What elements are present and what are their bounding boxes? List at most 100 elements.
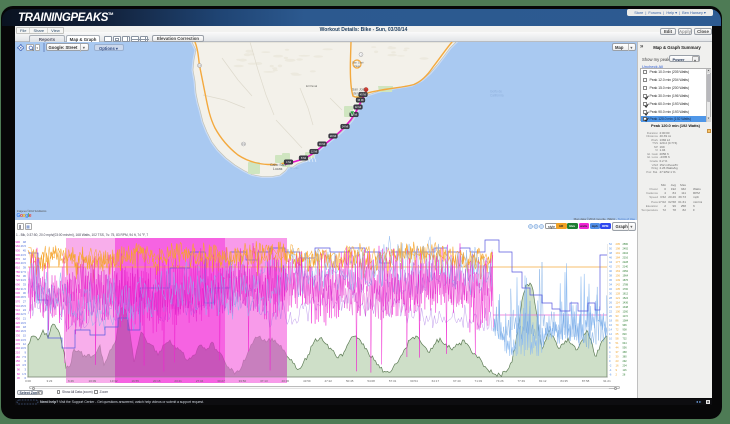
svg-text:67:40: 67:40 <box>453 379 461 383</box>
svg-text:170: 170 <box>616 265 621 269</box>
svg-text:10:09: 10:09 <box>89 379 97 383</box>
svg-text:2: 2 <box>616 373 618 377</box>
svg-text:135: 135 <box>616 287 621 291</box>
svg-text:0: 0 <box>609 359 611 363</box>
svg-text:1876: 1876 <box>623 279 629 282</box>
svg-text:91:21: 91:21 <box>603 379 611 383</box>
svg-text:71:03: 71:03 <box>475 379 483 383</box>
svg-text:27:04: 27:04 <box>196 379 204 383</box>
svg-text:1348: 1348 <box>623 306 629 309</box>
svg-text:820: 820 <box>623 333 628 336</box>
svg-text:37: 37 <box>616 350 619 354</box>
svg-text:38: 38 <box>609 274 612 278</box>
svg-text:Lucas: Lucas <box>273 167 283 171</box>
svg-text:36: 36 <box>609 278 612 282</box>
svg-text:10: 10 <box>609 337 612 341</box>
svg-text:28: 28 <box>609 296 612 300</box>
svg-text:468: 468 <box>623 351 628 354</box>
svg-text:California: California <box>490 94 504 98</box>
svg-text:204: 204 <box>623 365 628 368</box>
svg-text:23: 23 <box>616 359 619 363</box>
svg-text:-4: -4 <box>609 368 612 372</box>
svg-text:996: 996 <box>623 324 628 327</box>
svg-text:114: 114 <box>616 301 621 305</box>
svg-text:57:31: 57:31 <box>389 379 397 383</box>
svg-text:1700: 1700 <box>623 288 629 291</box>
svg-text:-6: -6 <box>609 373 612 377</box>
svg-text:16 Mi: 16 Mi <box>319 142 326 146</box>
svg-text:107: 107 <box>616 305 621 309</box>
svg-text:Arrecife: Arrecife <box>290 167 299 170</box>
svg-text:30: 30 <box>609 292 612 296</box>
svg-text:51: 51 <box>616 341 619 345</box>
svg-text:28: 28 <box>623 374 626 377</box>
svg-text:198: 198 <box>616 247 621 251</box>
svg-text:128: 128 <box>616 292 621 296</box>
svg-text:50: 50 <box>609 247 612 251</box>
svg-text:16:55: 16:55 <box>131 379 139 383</box>
svg-text:16: 16 <box>609 323 612 327</box>
svg-text:37:13: 37:13 <box>260 379 268 383</box>
svg-text:93: 93 <box>616 314 619 318</box>
svg-text:18: 18 <box>609 319 612 323</box>
svg-text:16: 16 <box>616 364 619 368</box>
svg-text:48: 48 <box>609 251 612 255</box>
svg-text:47:22: 47:22 <box>324 379 332 383</box>
svg-text:-2: -2 <box>609 364 612 368</box>
svg-text:81:12: 81:12 <box>539 379 547 383</box>
svg-text:30: 30 <box>616 355 619 359</box>
svg-text:2580: 2580 <box>623 243 629 246</box>
svg-text:177: 177 <box>616 260 621 264</box>
svg-text:42: 42 <box>609 265 612 269</box>
svg-text:14: 14 <box>609 328 612 332</box>
svg-text:380: 380 <box>623 356 628 359</box>
svg-text:205: 205 <box>616 242 621 246</box>
svg-text:732: 732 <box>623 338 628 341</box>
svg-text:3:23: 3:23 <box>46 379 52 383</box>
svg-text:24: 24 <box>609 305 612 309</box>
svg-text:20: 20 <box>609 314 612 318</box>
svg-text:142: 142 <box>616 283 621 287</box>
svg-text:116: 116 <box>623 369 628 372</box>
svg-text:2052: 2052 <box>623 270 629 273</box>
svg-text:1260: 1260 <box>623 311 629 314</box>
svg-text:84:35: 84:35 <box>560 379 568 383</box>
svg-text:64:17: 64:17 <box>432 379 440 383</box>
svg-text:644: 644 <box>623 342 628 345</box>
svg-text:33:50: 33:50 <box>239 379 247 383</box>
svg-text:87:58: 87:58 <box>582 379 590 383</box>
svg-text:8 Mi: 8 Mi <box>301 156 306 160</box>
svg-text:13:32: 13:32 <box>110 379 118 383</box>
svg-text:121: 121 <box>616 296 621 300</box>
svg-text:6:46: 6:46 <box>68 379 74 383</box>
svg-text:44: 44 <box>616 346 619 350</box>
svg-text:1612: 1612 <box>623 293 629 296</box>
svg-text:52: 52 <box>609 242 612 246</box>
svg-text:24 Mi: 24 Mi <box>342 125 349 129</box>
svg-text:22: 22 <box>609 310 612 314</box>
svg-text:2492: 2492 <box>623 248 629 251</box>
svg-text:156: 156 <box>616 274 621 278</box>
svg-text:2228: 2228 <box>623 261 629 264</box>
svg-text:12 Mi: 12 Mi <box>311 150 318 154</box>
svg-text:292: 292 <box>623 360 628 363</box>
svg-text:46: 46 <box>609 256 612 260</box>
svg-text:54:08: 54:08 <box>367 379 375 383</box>
svg-text:2404: 2404 <box>623 252 629 255</box>
svg-text:86: 86 <box>616 319 619 323</box>
svg-text:12: 12 <box>609 332 612 336</box>
svg-text:79: 79 <box>616 323 619 327</box>
svg-text:908: 908 <box>623 329 628 332</box>
svg-text:23:41: 23:41 <box>174 379 182 383</box>
svg-text:74:26: 74:26 <box>496 379 504 383</box>
svg-text:1524: 1524 <box>623 297 629 300</box>
svg-text:20 Mi: 20 Mi <box>330 134 337 138</box>
svg-text:El Panal: El Panal <box>306 84 318 88</box>
svg-text:0:00: 0:00 <box>25 379 31 383</box>
svg-text:72: 72 <box>616 328 619 332</box>
svg-text:30: 30 <box>17 376 21 380</box>
svg-text:1084: 1084 <box>623 320 629 323</box>
svg-text:1788: 1788 <box>623 284 629 287</box>
svg-text:43:59: 43:59 <box>303 379 311 383</box>
svg-text:32 Mi: 32 Mi <box>355 105 362 109</box>
